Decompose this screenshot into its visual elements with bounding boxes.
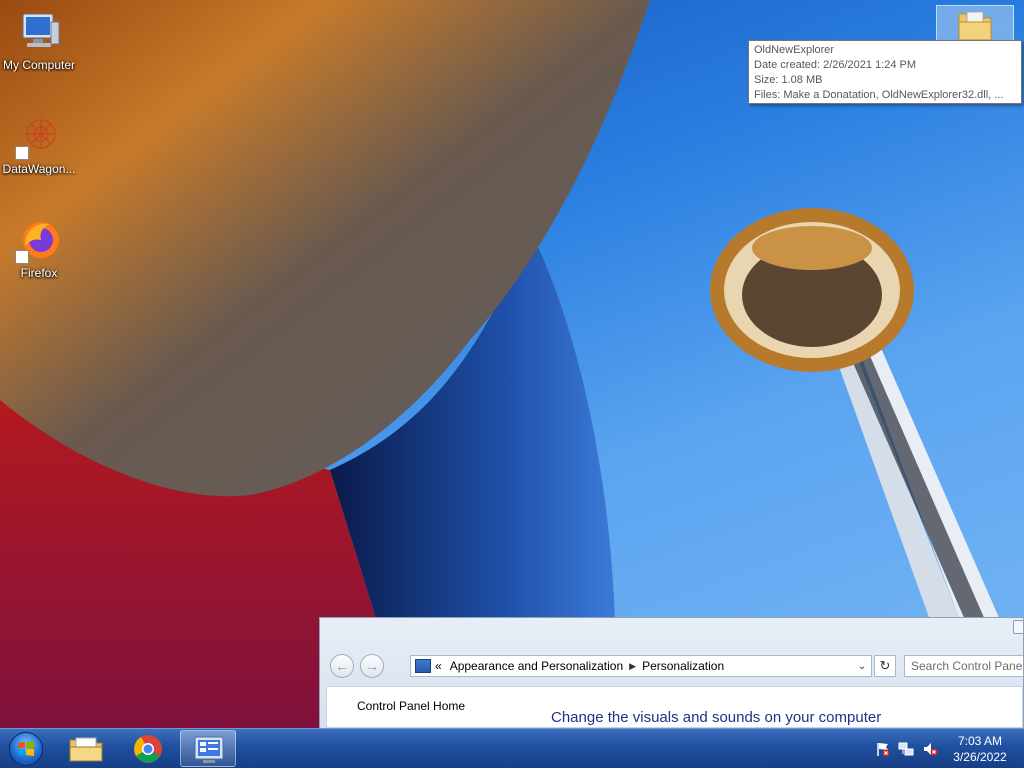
folder-tooltip: OldNewExplorer Date created: 2/26/2021 1… bbox=[748, 40, 1022, 104]
taskbar-chrome[interactable] bbox=[120, 730, 176, 767]
windows-logo-icon bbox=[18, 741, 34, 756]
action-center-flag-icon[interactable] bbox=[875, 741, 891, 757]
back-arrow-icon: ← bbox=[335, 658, 349, 674]
address-bar[interactable]: « Appearance and Personalization ▶ Perso… bbox=[410, 655, 872, 677]
search-input[interactable]: Search Control Panel bbox=[904, 655, 1023, 677]
refresh-icon: ↻ bbox=[879, 658, 891, 673]
back-button[interactable]: ← bbox=[330, 654, 354, 678]
breadcrumb-overflow[interactable]: « bbox=[435, 659, 442, 673]
firefox-icon bbox=[15, 216, 63, 264]
desktop-folder-oldnewexplorer[interactable] bbox=[936, 5, 1014, 43]
control-panel-window: ← → « Appearance and Personalization ▶ P… bbox=[319, 617, 1024, 729]
control-panel-icon bbox=[415, 659, 431, 673]
breadcrumb-appearance[interactable]: Appearance and Personalization bbox=[450, 659, 623, 673]
breadcrumb-separator-icon[interactable]: ▶ bbox=[629, 661, 636, 672]
system-clock[interactable]: 7:03 AM 3/26/2022 bbox=[946, 733, 1014, 765]
shortcut-arrow-icon bbox=[15, 146, 29, 160]
breadcrumb-personalization[interactable]: Personalization bbox=[642, 659, 724, 673]
control-panel-home-link[interactable]: Control Panel Home bbox=[357, 699, 465, 713]
navigation-bar: ← → « Appearance and Personalization ▶ P… bbox=[330, 654, 1023, 680]
computer-icon bbox=[15, 8, 63, 56]
control-panel-content: Control Panel Home Change the visuals an… bbox=[326, 686, 1023, 728]
refresh-button[interactable]: ↻ bbox=[874, 655, 896, 677]
taskbar-control-panel[interactable] bbox=[180, 730, 236, 767]
forward-button[interactable]: → bbox=[360, 654, 384, 678]
tooltip-size: Size: 1.08 MB bbox=[754, 74, 823, 86]
file-explorer-icon bbox=[69, 737, 103, 762]
desktop-icon-my-computer[interactable]: My Computer bbox=[0, 8, 78, 72]
chevron-down-icon[interactable]: ⌄ bbox=[853, 661, 871, 672]
chrome-icon bbox=[134, 735, 162, 763]
volume-muted-icon[interactable] bbox=[922, 741, 938, 757]
start-button[interactable] bbox=[6, 731, 46, 767]
shortcut-arrow-icon bbox=[15, 250, 29, 264]
desktop-icon-label: Firefox bbox=[20, 266, 58, 280]
title-bar-button[interactable] bbox=[1013, 620, 1023, 634]
desktop-icon-label: My Computer bbox=[2, 58, 76, 72]
tooltip-date-created: Date created: 2/26/2021 1:24 PM bbox=[754, 59, 917, 71]
forward-arrow-icon: → bbox=[365, 658, 379, 674]
datawagon-icon bbox=[15, 112, 63, 160]
desktop-icon-firefox[interactable]: Firefox bbox=[0, 216, 78, 280]
page-title: Change the visuals and sounds on your co… bbox=[551, 709, 882, 726]
tooltip-files: Files: Make a Donatation, OldNewExplorer… bbox=[754, 89, 1004, 101]
taskbar-file-explorer[interactable] bbox=[58, 730, 114, 767]
tooltip-name: OldNewExplorer bbox=[754, 44, 835, 56]
network-icon[interactable] bbox=[898, 741, 914, 757]
desktop-icon-label: DataWagon... bbox=[2, 162, 76, 176]
desktop-icon-datawagon[interactable]: DataWagon... bbox=[0, 112, 78, 176]
taskbar: 7:03 AM 3/26/2022 bbox=[0, 728, 1024, 768]
control-panel-icon bbox=[194, 736, 224, 763]
clock-time: 7:03 AM bbox=[957, 734, 1003, 748]
clock-date: 3/26/2022 bbox=[953, 750, 1007, 764]
folder-icon bbox=[955, 8, 995, 42]
